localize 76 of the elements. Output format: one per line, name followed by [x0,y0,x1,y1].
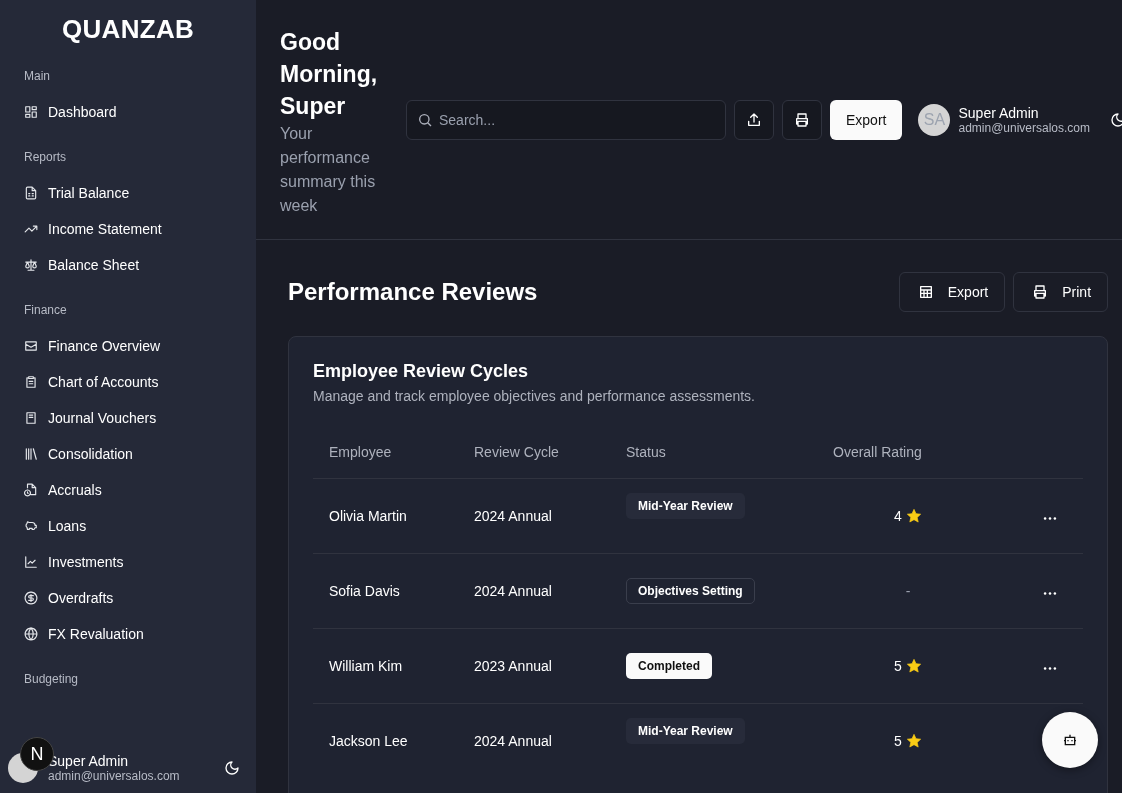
user-email: admin@universalos.com [48,769,180,783]
rating-value: 4 [894,508,902,524]
rating-value: 5 [894,658,902,674]
nav-item[interactable]: Trial Balance [24,175,130,211]
more-icon[interactable] [1043,516,1058,521]
column-header: Status [626,444,666,460]
export-button[interactable]: Export [830,99,903,140]
nav-icon [24,411,38,425]
nav-icon [24,186,38,200]
nav-item[interactable]: Finance Overview [24,328,161,364]
nav-icon [24,447,38,461]
nav-icon [24,483,38,497]
user-email: admin@universalos.com [958,120,1091,135]
section-heading: Main [24,69,51,85]
nav-icon [24,105,38,119]
table-cell: Jackson Lee [329,733,408,749]
table-cell: 2023 Annual [474,658,552,674]
nav-item[interactable]: Income Statement [24,211,162,247]
printer-icon [1032,284,1049,300]
moon-icon[interactable] [224,760,240,776]
search-field[interactable]: Search... [406,99,726,140]
nav-icon [24,555,38,569]
upload-icon [746,111,762,128]
table-cell: William Kim [329,658,403,674]
share-button[interactable] [734,99,774,140]
nav-icon [24,258,38,272]
table-cell: Sofia Davis [329,583,400,599]
nav-item[interactable]: Accruals [24,472,102,508]
nav-icon [24,519,38,533]
nav-item[interactable]: Consolidation [24,436,133,472]
printer-icon [794,111,810,128]
logo: QUANZAB [60,14,196,45]
table-cell: Olivia Martin [329,508,407,524]
greeting-subtitle: Your performance summary this week [280,123,377,216]
nav-icon [24,339,38,353]
avatar: SA [918,103,951,136]
table-cell: 2024 Annual [474,583,552,599]
section-heading: Reports [24,150,68,166]
nav-item[interactable]: Balance Sheet [24,247,140,283]
table-cell: 2024 Annual [474,508,552,524]
moon-icon[interactable] [1110,111,1122,128]
section-heading: Finance [24,303,68,319]
column-header: Employee [329,444,392,460]
table-cell: 2024 Annual [474,733,552,749]
table-icon [917,284,934,300]
user-name: Super Admin [958,104,1039,121]
nav-item[interactable]: Loans [24,508,87,544]
nav-item[interactable]: FX Revaluation [24,616,144,652]
nav-item[interactable]: Chart of Accounts [24,364,159,400]
nav-item[interactable]: Journal Vouchers [24,400,157,436]
rating-value: - [905,583,911,599]
nav-item[interactable]: Dashboard [24,94,117,130]
robot-icon [1062,732,1078,748]
page-title: Performance Reviews [288,278,538,306]
status-badge: Objectives Setting [626,578,755,604]
search-icon [417,111,433,128]
status-badge: Mid-Year Review [626,718,745,744]
nav-item[interactable]: Overdrafts [24,580,114,616]
section-heading: Budgeting [24,672,80,688]
column-header: Overall Rating [833,444,922,460]
status-badge: Completed [626,653,712,679]
nav-icon [24,591,38,605]
more-icon[interactable] [1043,591,1058,596]
card-title: Employee Review Cycles [313,361,530,382]
action-button[interactable]: Export [898,272,1006,312]
nav-icon [24,627,38,641]
rating-value: 5 [894,733,902,749]
more-icon[interactable] [1043,666,1058,671]
nav-item[interactable]: Investments [24,544,124,580]
column-header: Review Cycle [474,444,559,460]
print-button[interactable] [782,99,822,140]
greeting: Good Morning, Super [280,27,379,121]
nav-icon [24,375,38,389]
action-button[interactable]: Print [1013,272,1109,312]
card-description: Manage and track employee objectives and performance assessments. [313,388,756,404]
status-badge: Mid-Year Review [626,493,745,519]
